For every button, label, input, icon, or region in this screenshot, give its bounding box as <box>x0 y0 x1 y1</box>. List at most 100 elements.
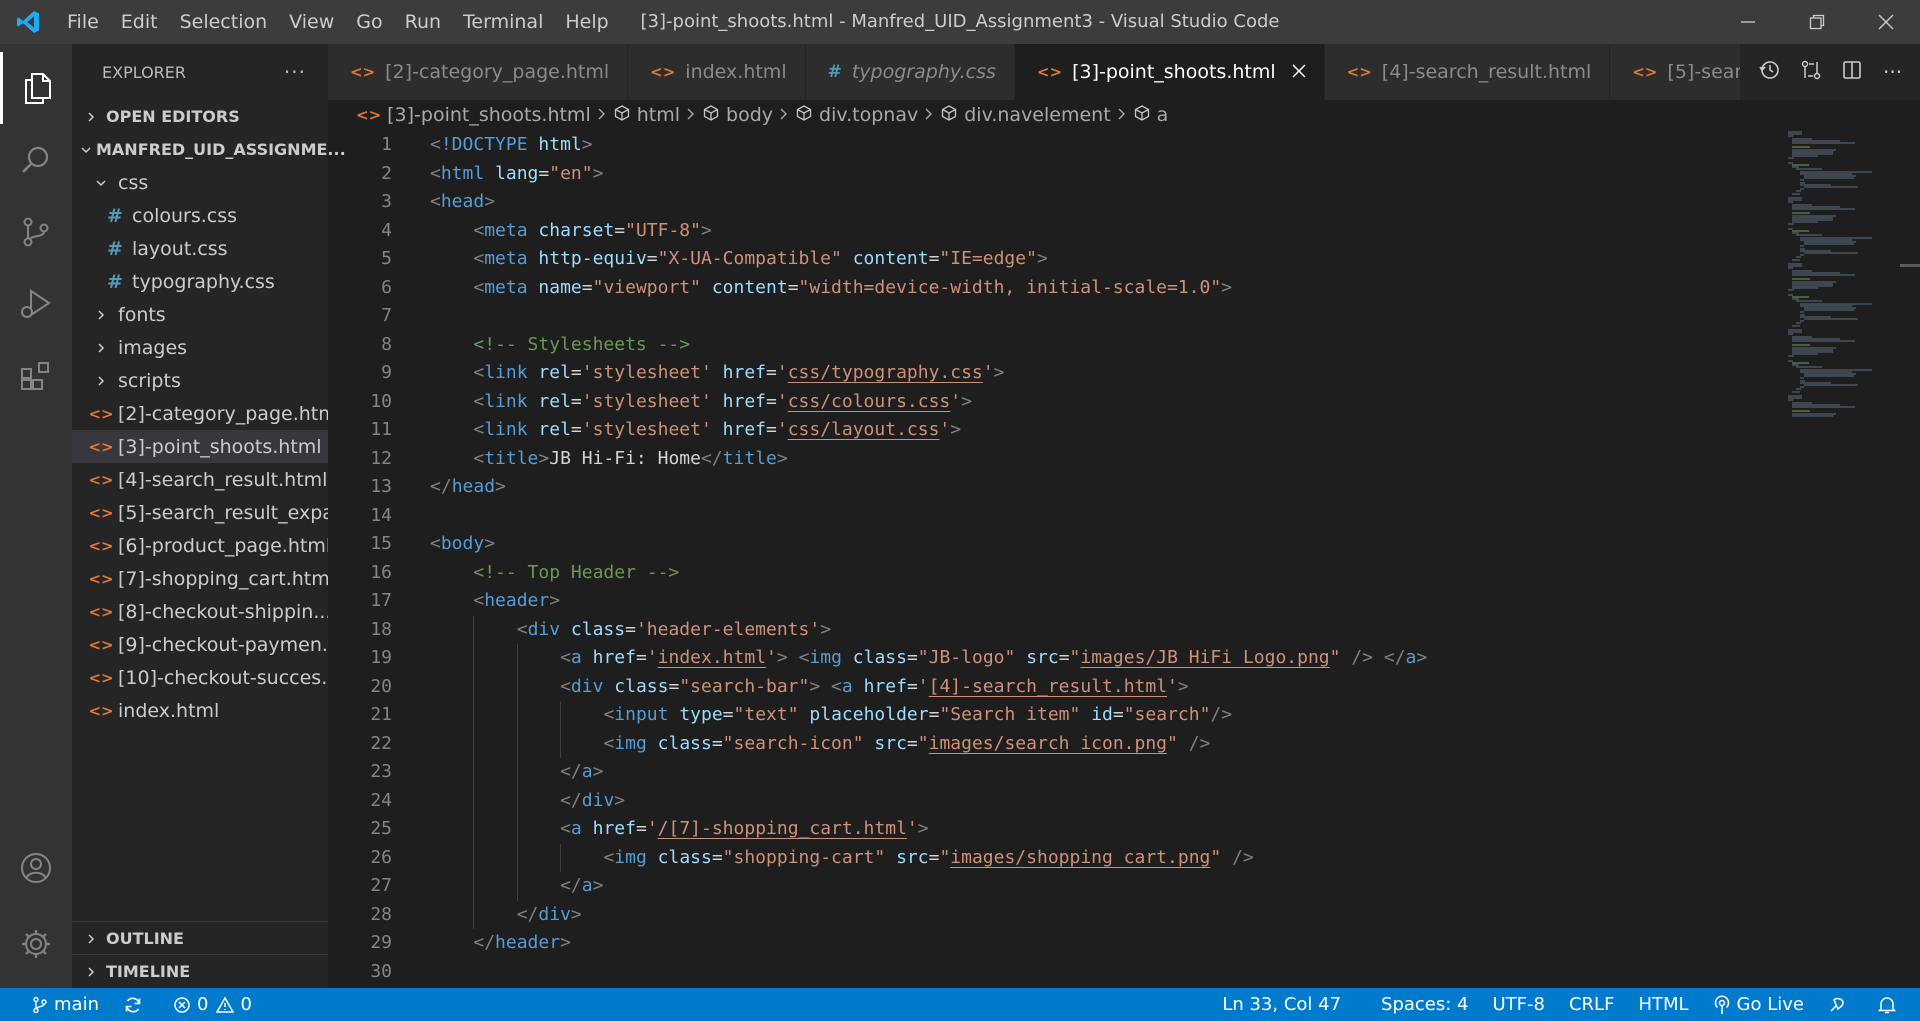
source-control-icon[interactable] <box>0 196 72 268</box>
close-icon[interactable] <box>1851 0 1920 44</box>
tree-item[interactable]: <>[5]-search_result_expa... <box>72 496 328 529</box>
code-token: "text" <box>733 704 799 725</box>
code-token: images/search icon.png <box>928 732 1168 754</box>
tree-item[interactable]: <> [10]-checkout-succes... <box>72 661 328 694</box>
tree-item-label: images <box>118 336 188 359</box>
menu-item-edit[interactable]: Edit <box>110 0 169 44</box>
tab-close-icon[interactable] <box>1292 61 1306 83</box>
tree-item[interactable]: <> index.html <box>72 694 328 727</box>
tree-item[interactable]: images <box>72 331 328 364</box>
tree-item[interactable]: <> [6]-product_page.html <box>72 529 328 562</box>
code-token: link <box>484 390 528 412</box>
language-mode[interactable]: HTML <box>1626 988 1700 1021</box>
tree-item[interactable]: <> [3]-point_shoots.html <box>72 430 328 463</box>
tree-item[interactable]: scripts <box>72 364 328 397</box>
timeline-history-icon[interactable] <box>1758 59 1780 85</box>
menu-item-terminal[interactable]: Terminal <box>452 0 554 44</box>
code-token: </ <box>700 447 723 469</box>
run-debug-icon[interactable] <box>0 268 72 340</box>
code-line: 1 <!DOCTYPE html> <box>328 131 1778 160</box>
code-token: meta <box>484 219 528 241</box>
menu-item-run[interactable]: Run <box>394 0 452 44</box>
open-editors-label: OPEN EDITORS <box>106 107 240 126</box>
explorer-icon[interactable] <box>0 52 72 124</box>
code-editor[interactable]: 1 <!DOCTYPE html> 2 <html lang="en"> 3 <head>… <box>328 131 1778 988</box>
tree-item[interactable]: <> [4]-search_result.html <box>72 463 328 496</box>
tree-item[interactable]: <> [7]-shopping_cart.html <box>72 562 328 595</box>
tree-item[interactable]: <> [8]-checkout-shippin... <box>72 595 328 628</box>
editor-tab[interactable]: <> [3]-point_shoots.html <box>1014 44 1325 100</box>
minimize-icon[interactable] <box>1713 0 1782 44</box>
html-file-icon: <> <box>88 437 114 456</box>
code-text: <meta name="viewport" content="width=dev… <box>473 274 1232 303</box>
code-token: src <box>874 732 907 754</box>
manage-gear-icon[interactable] <box>0 908 72 980</box>
breadcrumb-item[interactable]: div.topnav <box>795 104 918 127</box>
breadcrumb-item[interactable]: body <box>702 104 773 127</box>
timeline-section[interactable]: TIMELINE <box>72 955 328 988</box>
tree-item[interactable]: <> [2]-category_page.html <box>72 397 328 430</box>
breadcrumb-item[interactable]: a <box>1133 104 1168 127</box>
branch-indicator[interactable]: main <box>20 988 111 1021</box>
open-editors-section[interactable]: OPEN EDITORS <box>72 100 328 133</box>
menu-item-help[interactable]: Help <box>554 0 619 44</box>
scrollbar-thumb[interactable] <box>1900 264 1920 267</box>
code-token: img <box>614 732 647 754</box>
code-line: 18 <div class='header-elements'> <box>328 615 1778 644</box>
menu-item-view[interactable]: View <box>278 0 345 44</box>
code-token: < <box>430 134 441 155</box>
code-token: > <box>1221 276 1233 298</box>
tree-item[interactable]: # typography.css <box>72 265 328 298</box>
code-token: "search-bar" <box>679 675 810 697</box>
css-file-icon: # <box>827 62 842 82</box>
split-editor-icon[interactable] <box>1841 59 1863 85</box>
search-icon[interactable] <box>0 124 72 196</box>
minimap[interactable] <box>1780 131 1900 988</box>
code-token: images/JB HiFi Logo.png <box>1080 647 1330 668</box>
more-actions-icon[interactable]: ··· <box>284 60 306 84</box>
editor-tab[interactable]: <> [4]-search_result.html <box>1324 44 1611 100</box>
go-live-button[interactable]: Go Live <box>1701 988 1816 1021</box>
minimap-line <box>1792 208 1855 210</box>
sync-icon[interactable] <box>111 988 161 1021</box>
code-token: = <box>906 732 918 754</box>
tree-item[interactable]: css <box>72 166 328 199</box>
code-token: </ <box>516 903 539 925</box>
tree-item[interactable]: fonts <box>72 298 328 331</box>
line-number: 15 <box>370 533 392 554</box>
minimap-line <box>1792 324 1801 327</box>
code-token: div <box>581 789 615 811</box>
line-number: 19 <box>370 647 392 668</box>
menu-item-file[interactable]: File <box>56 0 110 44</box>
breadcrumb-item[interactable]: div.navelement <box>940 104 1111 127</box>
notifications-bell-icon[interactable] <box>1866 988 1920 1021</box>
more-actions-icon[interactable]: ··· <box>1883 60 1902 84</box>
indentation[interactable]: Spaces: 4 <box>1369 988 1480 1021</box>
menu-item-go[interactable]: Go <box>345 0 393 44</box>
feedback-icon[interactable] <box>1816 988 1866 1021</box>
breadcrumb-item[interactable]: html <box>613 104 680 127</box>
editor-tab[interactable]: <> index.html <box>628 44 806 100</box>
restore-icon[interactable] <box>1782 0 1851 44</box>
minimap-line <box>1788 289 1795 292</box>
code-token: rel <box>538 390 571 412</box>
line-ending[interactable]: CRLF <box>1557 988 1626 1021</box>
tree-item[interactable]: # colours.css <box>72 199 328 232</box>
tree-item[interactable]: # layout.css <box>72 232 328 265</box>
code-line: 19 <a href='index.html'> <img class="JB-l… <box>328 644 1778 673</box>
editor-tab[interactable]: # typography.css <box>805 44 1015 100</box>
tree-item[interactable]: <> [9]-checkout-paymen... <box>72 628 328 661</box>
workspace-section[interactable]: MANFRED_UID_ASSIGNME... <box>72 133 346 166</box>
cursor-position[interactable]: Ln 33, Col 47 <box>1210 988 1369 1021</box>
accounts-icon[interactable] <box>0 832 72 904</box>
problems-indicator[interactable]: 0 0 <box>161 988 264 1021</box>
compare-changes-icon[interactable] <box>1800 59 1822 85</box>
outline-section[interactable]: OUTLINE <box>72 922 328 955</box>
encoding[interactable]: UTF-8 <box>1481 988 1557 1021</box>
extensions-icon[interactable] <box>0 340 72 412</box>
editor-tab[interactable]: <> [2]-category_page.html <box>328 44 629 100</box>
code-text: </head> <box>430 473 506 502</box>
breadcrumb-item[interactable]: <> [3]-point_shoots.html <box>356 104 591 126</box>
menu-item-selection[interactable]: Selection <box>169 0 279 44</box>
